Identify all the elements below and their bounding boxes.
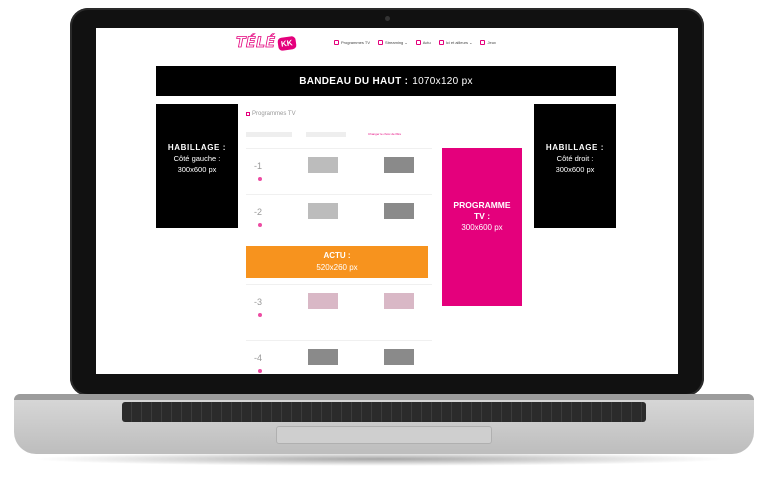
programme-card[interactable]	[348, 289, 432, 325]
favorite-icon[interactable]	[258, 223, 262, 227]
programme-thumbnail	[308, 157, 338, 173]
nav-item-jeux[interactable]: Jeux	[480, 40, 496, 45]
programme-card[interactable]	[348, 199, 432, 235]
row-rank: -1	[254, 161, 263, 171]
keyboard	[122, 402, 646, 422]
programme-thumbnail	[308, 203, 338, 219]
ad-actu[interactable]: ACTU : 520x260 px	[246, 246, 428, 278]
programme-row[interactable]: -2	[246, 194, 432, 238]
ad-skin-left-title: HABILLAGE :	[167, 143, 227, 152]
laptop-base	[14, 394, 754, 454]
ad-skin-left-size: 300x600 px	[177, 165, 217, 174]
streaming-icon	[378, 40, 384, 45]
ad-programme-tv[interactable]: PROGRAMME TV : 300x600 px	[442, 148, 522, 306]
news-icon	[415, 40, 421, 45]
filter-select-time[interactable]	[306, 132, 346, 137]
programme-card[interactable]	[348, 153, 432, 189]
laptop-screen: TÉLÉ KK Programmes TV Streaming ⌄ Actu I…	[96, 28, 678, 374]
ad-skin-right-title: HABILLAGE :	[545, 143, 605, 152]
nav-item-streaming[interactable]: Streaming ⌄	[378, 40, 408, 45]
programme-card[interactable]	[348, 345, 432, 374]
ad-programme-size: 300x600 px	[461, 223, 503, 232]
trackpad	[276, 426, 492, 444]
programme-card[interactable]	[272, 345, 356, 374]
nav-label: Actu	[422, 40, 431, 45]
ad-banner-title: BANDEAU DU HAUT :	[299, 75, 409, 87]
programmes-title-text: Programmes TV	[252, 111, 296, 117]
programme-card[interactable]	[272, 199, 356, 235]
programme-thumbnail	[384, 157, 414, 173]
ad-skin-right-size: 300x600 px	[555, 165, 595, 174]
ad-actu-size: 520x260 px	[316, 263, 358, 272]
programme-filters: Changer le choix de filtre	[246, 132, 432, 140]
row-rank: -3	[254, 297, 263, 307]
nav-label: Jeux	[487, 40, 496, 45]
logo-text: TÉLÉ	[236, 35, 276, 52]
programme-thumbnail	[384, 203, 414, 219]
programme-thumbnail	[308, 349, 338, 365]
ad-banner-top[interactable]: BANDEAU DU HAUT : 1070x120 px	[156, 66, 616, 96]
nav-label: Programmes TV	[341, 40, 371, 45]
programme-card[interactable]	[272, 289, 356, 325]
camera-icon	[385, 16, 390, 21]
programme-row[interactable]: -4	[246, 340, 432, 374]
programme-thumbnail	[384, 293, 414, 309]
programmes-title: Programmes TV	[246, 111, 296, 117]
ad-programme-title-1: PROGRAMME	[453, 200, 511, 210]
ad-skin-right-label: Côté droit :	[556, 154, 594, 163]
laptop-lid: TÉLÉ KK Programmes TV Streaming ⌄ Actu I…	[70, 8, 704, 396]
nav-item-ici-et-ailleurs[interactable]: Ici et ailleurs ⌄	[438, 40, 473, 45]
nav-item-actu[interactable]: Actu	[415, 40, 431, 45]
site-logo[interactable]: TÉLÉ KK	[236, 35, 296, 52]
main-nav: Programmes TV Streaming ⌄ Actu Ici et ai…	[334, 40, 496, 45]
tv-icon	[334, 40, 339, 45]
filter-select-day[interactable]	[246, 132, 292, 137]
site-header: TÉLÉ KK Programmes TV Streaming ⌄ Actu I…	[96, 28, 678, 58]
nav-label: Streaming ⌄	[385, 40, 408, 45]
programme-thumbnail	[384, 349, 414, 365]
laptop-shadow	[30, 452, 730, 466]
product-mockup: TÉLÉ KK Programmes TV Streaming ⌄ Actu I…	[0, 0, 757, 481]
games-icon	[480, 40, 486, 45]
ad-skin-left-label: Côté gauche :	[173, 154, 221, 163]
favorite-icon[interactable]	[258, 313, 262, 317]
favorite-icon[interactable]	[258, 369, 262, 373]
ad-skin-right[interactable]: HABILLAGE : Côté droit : 300x600 px	[534, 104, 616, 228]
programme-card[interactable]	[272, 153, 356, 189]
programme-row[interactable]: -3	[246, 284, 432, 328]
favorite-icon[interactable]	[258, 177, 262, 181]
ad-banner-size: 1070x120 px	[412, 75, 473, 87]
logo-badge: KK	[276, 35, 296, 51]
ad-skin-left[interactable]: HABILLAGE : Côté gauche : 300x600 px	[156, 104, 238, 228]
laptop-hinge	[14, 394, 754, 400]
nav-label: Ici et ailleurs ⌄	[445, 40, 473, 45]
row-rank: -4	[254, 353, 263, 363]
row-rank: -2	[254, 207, 263, 217]
tv-icon	[246, 112, 250, 116]
ad-actu-title: ACTU :	[323, 251, 351, 260]
programme-thumbnail	[308, 293, 338, 309]
programme-row[interactable]: -1	[246, 148, 432, 192]
filter-change-link[interactable]: Changer le choix de filtre	[368, 132, 401, 136]
globe-icon	[438, 40, 444, 45]
ad-programme-title-2: TV :	[473, 211, 491, 221]
nav-item-programmes-tv[interactable]: Programmes TV	[334, 40, 370, 45]
